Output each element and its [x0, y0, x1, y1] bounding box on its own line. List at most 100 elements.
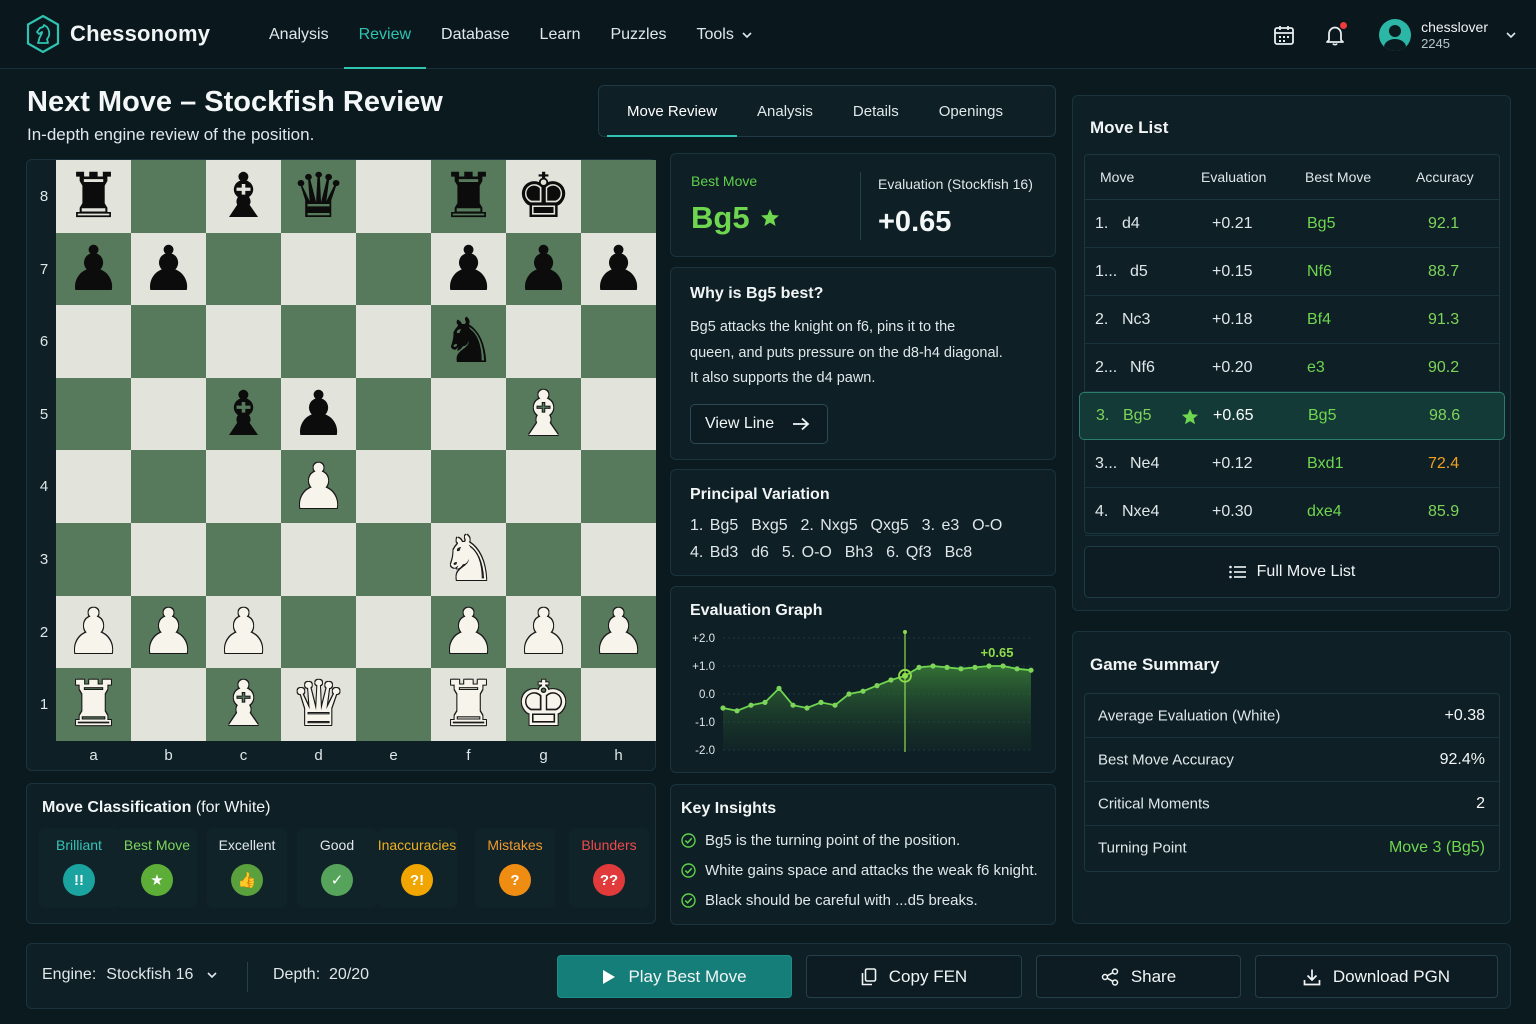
square-c1[interactable]: ♝	[206, 668, 281, 741]
square-b2[interactable]: ♟	[131, 595, 206, 669]
white-pawn-icon[interactable]: ♟	[516, 600, 572, 663]
square-f8[interactable]: ♜	[431, 160, 506, 233]
square-a7[interactable]: ♟	[56, 232, 131, 306]
black-rook-icon[interactable]: ♜	[441, 165, 497, 227]
square-f7[interactable]: ♟	[431, 232, 506, 306]
black-pawn-icon[interactable]: ♟	[516, 237, 572, 300]
square-a3[interactable]	[56, 522, 131, 596]
engine-select[interactable]: Engine: Stockfish 16	[42, 966, 217, 984]
square-c4[interactable]	[206, 450, 281, 523]
classification-excellent[interactable]: Excellent 👍	[207, 828, 287, 908]
square-c8[interactable]: ♝	[206, 160, 281, 233]
white-pawn-icon[interactable]: ♟	[591, 600, 647, 663]
square-f3[interactable]: ♞	[431, 522, 506, 596]
white-pawn-icon[interactable]: ♟	[441, 600, 497, 663]
black-pawn-icon[interactable]: ♟	[141, 237, 197, 300]
square-c2[interactable]: ♟	[206, 595, 281, 669]
black-pawn-icon[interactable]: ♟	[441, 237, 497, 300]
square-f4[interactable]	[431, 450, 506, 523]
white-bishop-icon[interactable]: ♝	[516, 383, 572, 445]
square-g5[interactable]: ♝	[506, 377, 581, 451]
calendar-button[interactable]	[1262, 13, 1306, 57]
square-b3[interactable]	[131, 522, 206, 596]
table-row[interactable]: 3. Bg5 +0.65 Bg5 98.6	[1079, 392, 1505, 440]
square-g2[interactable]: ♟	[506, 595, 581, 669]
square-a1[interactable]: ♜	[56, 668, 131, 741]
square-h1[interactable]	[581, 668, 656, 741]
black-pawn-icon[interactable]: ♟	[66, 237, 122, 300]
square-b4[interactable]	[131, 450, 206, 523]
nav-puzzles[interactable]: Puzzles	[595, 0, 681, 69]
nav-learn[interactable]: Learn	[525, 0, 596, 69]
classification-brilliant[interactable]: Brilliant!!	[39, 828, 119, 908]
square-g1[interactable]: ♚	[506, 668, 581, 741]
classification-best-move[interactable]: Best Move ★	[117, 828, 197, 908]
square-b7[interactable]: ♟	[131, 232, 206, 306]
table-row[interactable]: 4. Nxe4 +0.30 dxe4 85.9	[1085, 488, 1499, 536]
square-a2[interactable]: ♟	[56, 595, 131, 669]
square-h5[interactable]	[581, 377, 656, 451]
logo[interactable]: Chessonomy	[26, 15, 210, 53]
table-row[interactable]: 2. Nc3 +0.18 Bf4 91.3	[1085, 296, 1499, 344]
download-pgn-button[interactable]: Download PGN	[1255, 955, 1498, 998]
white-pawn-icon[interactable]: ♟	[291, 455, 347, 518]
view-line-button[interactable]: View Line	[690, 404, 828, 444]
square-g7[interactable]: ♟	[506, 232, 581, 306]
black-queen-icon[interactable]: ♛	[291, 165, 347, 227]
square-g8[interactable]: ♚	[506, 160, 581, 233]
tab-openings[interactable]: Openings	[919, 86, 1023, 136]
black-pawn-icon[interactable]: ♟	[591, 237, 647, 300]
square-g6[interactable]	[506, 305, 581, 378]
chess-board[interactable]: ♜ ♝ ♛ ♜ ♚ ♟ ♟ ♟ ♟ ♟ ♞ ♝ ♟ ♝ ♟ ♞ ♟ ♟ ♟ ♟ ♟ ♟ ♜ ♝ ♛ ♜ ♚	[56, 160, 656, 741]
white-queen-icon[interactable]: ♛	[291, 673, 347, 735]
square-f6[interactable]: ♞	[431, 305, 506, 378]
square-c5[interactable]: ♝	[206, 377, 281, 451]
nav-analysis[interactable]: Analysis	[254, 0, 344, 69]
square-d1[interactable]: ♛	[281, 668, 356, 741]
square-h4[interactable]	[581, 450, 656, 523]
notifications-button[interactable]	[1313, 13, 1357, 57]
square-e6[interactable]	[356, 305, 431, 378]
evaluation-graph[interactable]: +2.0 +1.0 0.0 -1.0 -2.0 +0.65	[671, 587, 1057, 774]
square-e3[interactable]	[356, 522, 431, 596]
square-e2[interactable]	[356, 595, 431, 669]
square-g4[interactable]	[506, 450, 581, 523]
share-button[interactable]: Share	[1036, 955, 1241, 998]
black-bishop-icon[interactable]: ♝	[216, 165, 272, 227]
square-h6[interactable]	[581, 305, 656, 378]
classification-good[interactable]: Good ✓	[297, 828, 377, 908]
square-f2[interactable]: ♟	[431, 595, 506, 669]
square-c6[interactable]	[206, 305, 281, 378]
square-h3[interactable]	[581, 522, 656, 596]
square-d3[interactable]	[281, 522, 356, 596]
square-h8[interactable]	[581, 160, 656, 233]
nav-review[interactable]: Review	[343, 0, 427, 69]
black-bishop-icon[interactable]: ♝	[216, 383, 272, 445]
tab-move-review[interactable]: Move Review	[607, 86, 738, 137]
square-e5[interactable]	[356, 377, 431, 451]
black-rook-icon[interactable]: ♜	[66, 165, 122, 227]
square-e8[interactable]	[356, 160, 431, 233]
square-h2[interactable]: ♟	[581, 595, 656, 669]
white-bishop-icon[interactable]: ♝	[216, 673, 272, 735]
square-a5[interactable]	[56, 377, 131, 451]
white-pawn-icon[interactable]: ♟	[216, 600, 272, 663]
white-king-icon[interactable]: ♚	[516, 673, 572, 735]
square-e7[interactable]	[356, 232, 431, 306]
table-row[interactable]: 1. d4 +0.21 Bg5 92.1	[1085, 200, 1499, 248]
square-d7[interactable]	[281, 232, 356, 306]
table-row[interactable]: 2... Nf6 +0.20 e3 90.2	[1085, 344, 1499, 392]
square-f1[interactable]: ♜	[431, 668, 506, 741]
white-pawn-icon[interactable]: ♟	[141, 600, 197, 663]
full-move-list-button[interactable]: Full Move List	[1084, 546, 1500, 598]
black-knight-icon[interactable]: ♞	[441, 310, 497, 372]
square-e1[interactable]	[356, 668, 431, 741]
classification-blunders[interactable]: Blunders??	[569, 828, 649, 908]
square-b8[interactable]	[131, 160, 206, 233]
square-a8[interactable]: ♜	[56, 160, 131, 233]
black-pawn-icon[interactable]: ♟	[291, 383, 347, 445]
white-knight-icon[interactable]: ♞	[441, 528, 497, 590]
user-menu[interactable]: chesslover 2245	[1379, 18, 1516, 52]
square-c7[interactable]	[206, 232, 281, 306]
square-h7[interactable]: ♟	[581, 232, 656, 306]
